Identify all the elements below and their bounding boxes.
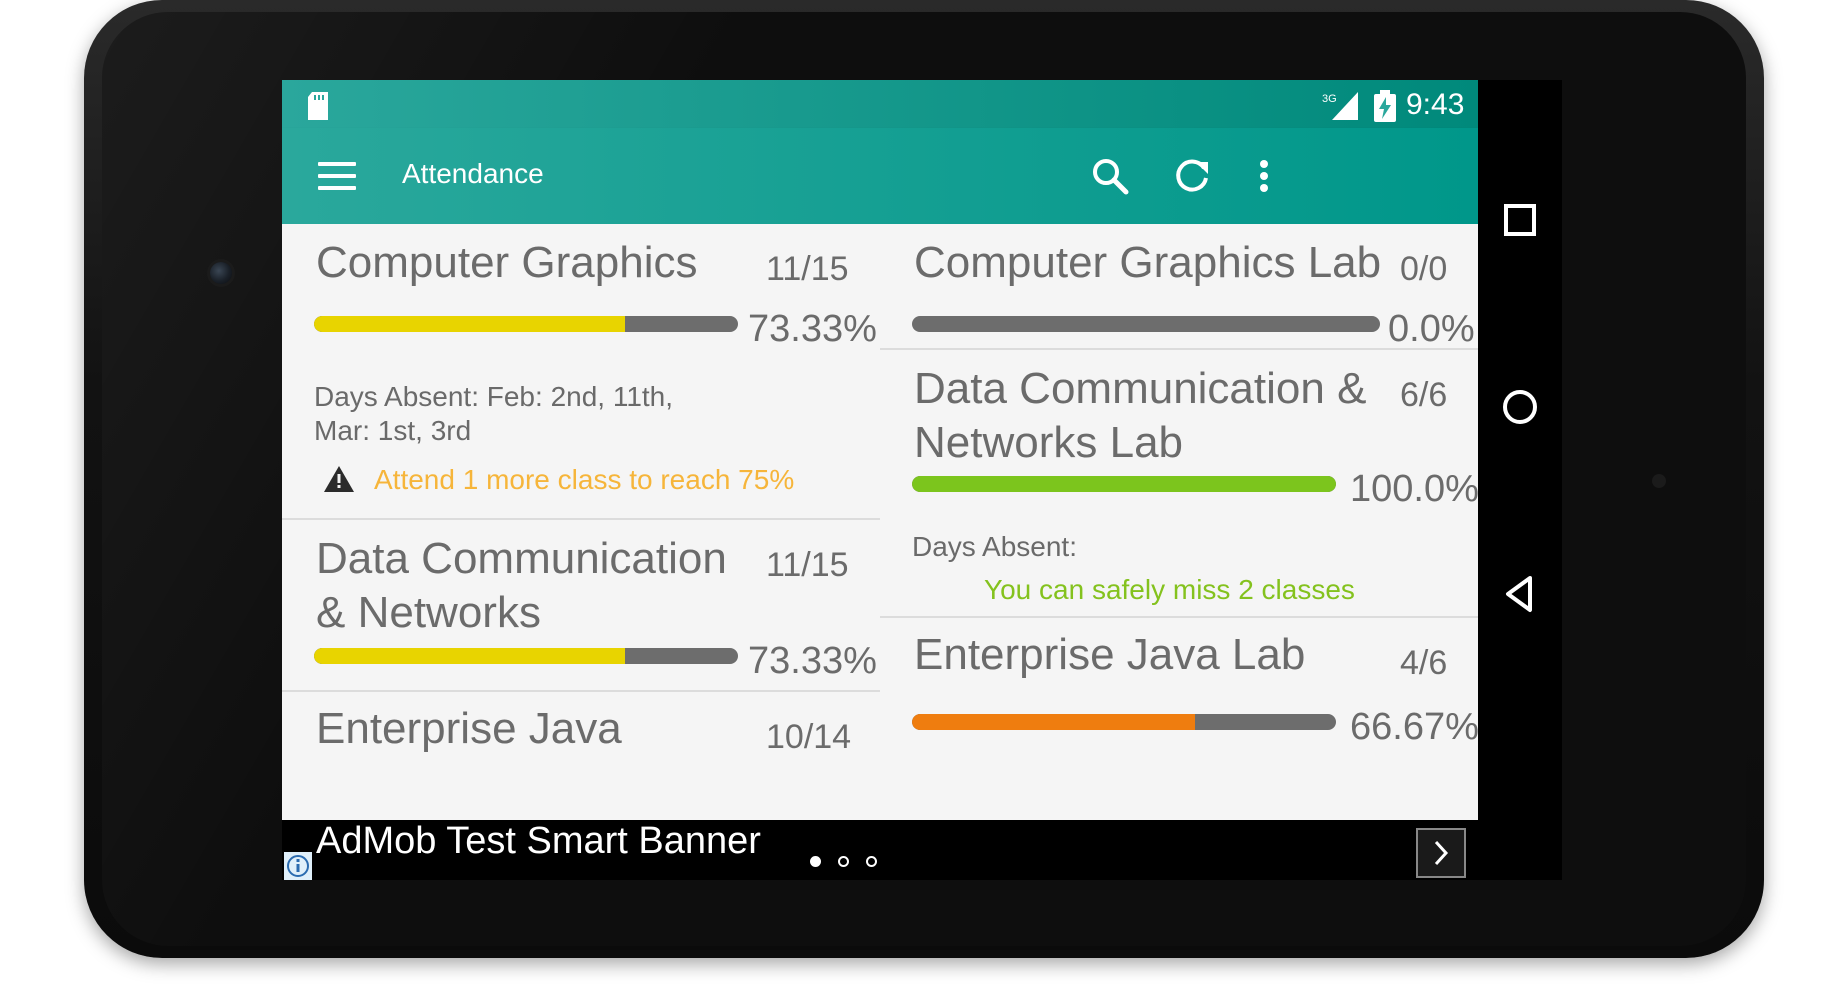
ad-banner-text: AdMob Test Smart Banner (316, 820, 761, 862)
attendance-warning: Attend 1 more class to reach 75% (374, 464, 795, 495)
refresh-icon[interactable] (1168, 152, 1216, 200)
carousel-dot-active (810, 856, 821, 867)
subject-card[interactable]: Computer Graphics Lab 0/0 0.0% (880, 224, 1478, 350)
attendance-progress-bar (912, 714, 1336, 730)
subject-count: 4/6 (1400, 644, 1448, 682)
signal-3g-icon: 3G (1322, 92, 1358, 120)
search-icon[interactable] (1086, 152, 1134, 200)
navigation-bar (1478, 80, 1562, 880)
network-label: 3G (1322, 93, 1337, 105)
app-toolbar: Attendance (282, 128, 1478, 224)
attendance-percent: 66.67% (1350, 706, 1479, 748)
carousel-dot (838, 856, 849, 867)
front-camera (210, 262, 232, 284)
subject-count: 6/6 (1400, 376, 1448, 414)
subject-title: Computer Graphics (316, 238, 698, 287)
subject-title: Enterprise Java Lab (914, 630, 1306, 679)
subject-card[interactable]: Enterprise Java 10/14 (282, 692, 880, 820)
status-time: 9:43 (1406, 88, 1465, 121)
subject-card[interactable]: Enterprise Java Lab 4/6 66.67% (880, 618, 1479, 820)
days-absent: Days Absent: (912, 531, 1077, 562)
days-absent: Days Absent: Feb: 2nd, 11th, Mar: 1st, 3… (314, 381, 674, 446)
subjects-left-column: Computer Graphics 11/15 73.33% Days Abse… (282, 224, 880, 820)
attendance-percent: 73.33% (748, 640, 877, 682)
subject-count: 11/15 (766, 546, 849, 584)
subject-count: 10/14 (766, 718, 852, 756)
subject-title: Enterprise Java (316, 704, 622, 753)
app-title: Attendance (402, 158, 544, 189)
sd-card-icon (308, 92, 328, 120)
subject-title: Computer Graphics Lab (914, 238, 1382, 287)
back-icon[interactable] (1496, 570, 1544, 618)
device-screen: 3G 9:43 Attendance Computer Graphics 11/… (282, 80, 1562, 880)
safe-miss-note: You can safely miss 2 classes (984, 574, 1355, 605)
recent-apps-icon[interactable] (1496, 196, 1544, 244)
overflow-menu-icon[interactable] (1240, 152, 1288, 200)
ad-info-icon[interactable] (284, 852, 312, 880)
attendance-progress-bar (912, 476, 1336, 492)
subject-card[interactable]: Computer Graphics 11/15 73.33% Days Abse… (282, 224, 880, 520)
status-bar: 3G 9:43 (282, 80, 1478, 128)
subject-card[interactable]: Data Communication & Networks Lab 6/6 10… (880, 350, 1479, 618)
subject-count: 11/15 (766, 250, 849, 288)
subject-title: Data Communication & Networks Lab (914, 364, 1367, 467)
light-sensor (1652, 474, 1666, 488)
subject-count: 0/0 (1400, 250, 1448, 288)
attendance-progress-bar (912, 316, 1380, 332)
attendance-progress-bar (314, 648, 738, 664)
warning-icon (324, 466, 354, 492)
menu-icon[interactable] (318, 162, 356, 190)
chevron-right-icon[interactable] (1416, 828, 1466, 878)
ad-banner[interactable]: AdMob Test Smart Banner (282, 820, 1478, 880)
carousel-dot (866, 856, 877, 867)
attendance-percent: 73.33% (748, 308, 877, 350)
attendance-progress-bar (314, 316, 738, 332)
attendance-percent: 0.0% (1388, 308, 1475, 350)
battery-charging-icon (1374, 90, 1396, 122)
home-icon[interactable] (1496, 383, 1544, 431)
subject-title: Data Communication & Networks (316, 534, 727, 637)
subjects-right-column: Computer Graphics Lab 0/0 0.0% Data Comm… (880, 224, 1479, 820)
attendance-percent: 100.0% (1350, 468, 1479, 510)
subject-card[interactable]: Data Communication & Networks 11/15 73.3… (282, 520, 880, 692)
